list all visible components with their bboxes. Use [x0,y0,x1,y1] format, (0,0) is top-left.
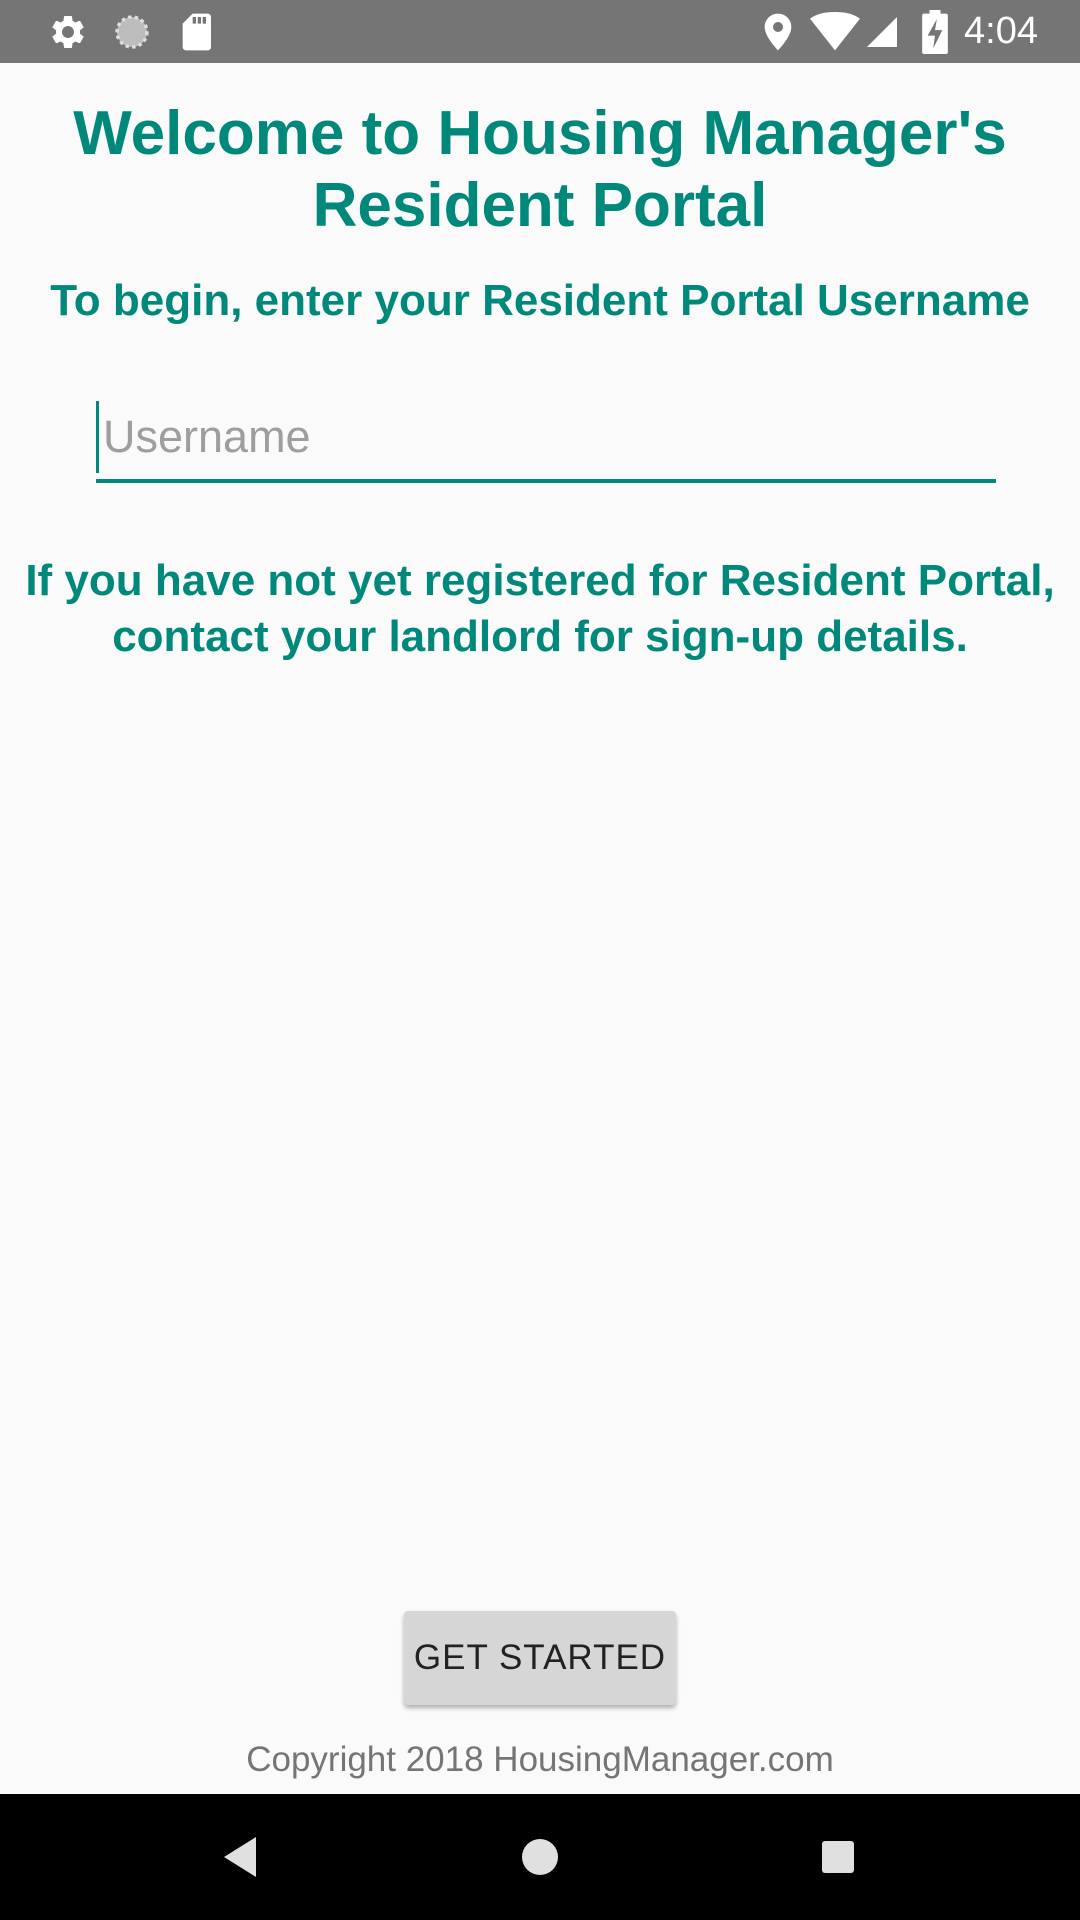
home-icon[interactable] [470,1794,610,1920]
main-content: Welcome to Housing Manager's Resident Po… [0,63,1080,1794]
username-input[interactable] [96,401,996,473]
status-bar: 4:04 [0,0,1080,63]
registration-info-text: If you have not yet registered for Resid… [25,556,1055,661]
battery-charging-icon [918,0,952,63]
status-time: 4:04 [964,10,1038,52]
gear-icon [44,0,92,63]
get-started-button[interactable]: GET STARTED [404,1611,676,1705]
page-title: Welcome to Housing Manager's Resident Po… [73,99,1007,240]
location-icon [758,0,798,63]
sync-icon [108,0,156,63]
page-subtitle: To begin, enter your Resident Portal Use… [50,276,1030,325]
wifi-icon [808,0,862,63]
copyright-text: Copyright 2018 HousingManager.com [246,1740,834,1779]
back-icon[interactable] [170,1794,310,1920]
navigation-bar [0,1794,1080,1920]
sd-card-icon [174,0,218,63]
signal-icon [862,0,902,63]
recents-icon[interactable] [768,1794,908,1920]
username-field-container [96,401,996,483]
